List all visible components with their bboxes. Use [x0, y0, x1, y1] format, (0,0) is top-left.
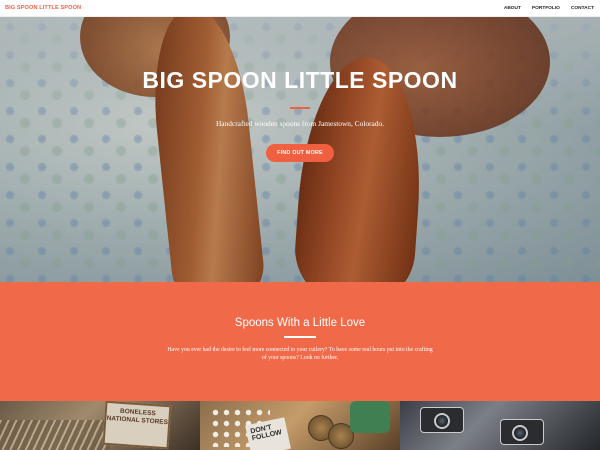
hero-content: BIG SPOON LITTLE SPOON Handcrafted woode… [0, 67, 600, 162]
navbar: BIG SPOON LITTLE SPOON ABOUT PORTFOLIO C… [0, 0, 600, 17]
nav-links: ABOUT PORTFOLIO CONTACT [504, 6, 594, 11]
camera-lens-image [512, 425, 528, 441]
green-cup-image [350, 401, 390, 433]
nav-link-portfolio[interactable]: PORTFOLIO [532, 6, 560, 11]
about-title: Spoons With a Little Love [234, 317, 366, 329]
hero-divider [290, 107, 310, 109]
portfolio-section: BONELESS NATIONAL STORES DON'T FOLLOW [0, 401, 600, 450]
portfolio-item-3[interactable] [400, 401, 600, 450]
wooden-handles-image [0, 420, 110, 450]
find-out-more-button[interactable]: FIND OUT MORE [266, 144, 334, 162]
about-section: Spoons With a Little Love Have you ever … [0, 282, 600, 401]
camera-lens-image [434, 413, 450, 429]
about-text: Have you ever had the desire to feel mor… [167, 346, 433, 361]
boneless-sign-image: BONELESS NATIONAL STORES [102, 401, 172, 450]
nav-link-contact[interactable]: CONTACT [571, 6, 594, 11]
hero-subtitle: Handcrafted wooden spoons from Jamestown… [215, 119, 385, 128]
hero-title: BIG SPOON LITTLE SPOON [142, 67, 458, 93]
nav-link-about[interactable]: ABOUT [504, 6, 521, 11]
brand-link[interactable]: BIG SPOON LITTLE SPOON [5, 5, 81, 11]
about-divider [284, 336, 316, 338]
portfolio-item-1[interactable]: BONELESS NATIONAL STORES [0, 401, 200, 450]
portfolio-item-2[interactable]: DON'T FOLLOW [200, 401, 400, 450]
hero-section: BIG SPOON LITTLE SPOON Handcrafted woode… [0, 17, 600, 282]
